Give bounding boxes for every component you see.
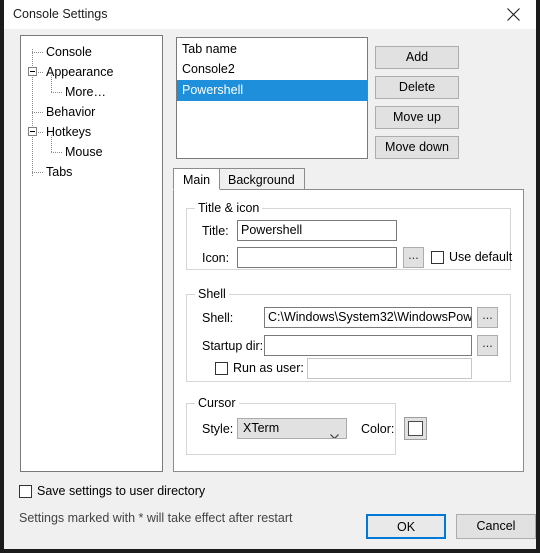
title-icon-group: Title & icon Title: Powershell Icon: ...…	[186, 201, 512, 270]
tab-strip: Main Background	[173, 168, 524, 190]
title-label: Title:	[202, 224, 229, 238]
group-legend: Cursor	[195, 396, 239, 410]
tree-connector	[51, 92, 62, 93]
collapse-expander-icon[interactable]	[28, 67, 37, 76]
checkbox-box	[431, 250, 444, 264]
save-settings-checkbox[interactable]: Save settings to user directory	[19, 484, 205, 498]
shell-input[interactable]: C:\Windows\System32\WindowsPowerShe	[264, 307, 472, 328]
cursor-color-label: Color:	[361, 422, 395, 436]
startup-dir-browse-button[interactable]: ...	[477, 335, 498, 356]
cursor-color-button[interactable]	[404, 417, 427, 440]
startup-dir-input[interactable]	[264, 335, 472, 356]
tree-item-label: Appearance	[46, 65, 114, 79]
run-as-user-input[interactable]	[307, 358, 472, 379]
tree-item-label: Mouse	[65, 145, 103, 159]
settings-tree[interactable]: Console Appearance More… Behavior Hotkey…	[20, 35, 163, 472]
tree-connector	[32, 112, 43, 113]
icon-input[interactable]	[237, 247, 397, 268]
tree-branch-line	[51, 75, 52, 92]
tree-connector	[38, 72, 43, 73]
icon-browse-button[interactable]: ...	[403, 247, 424, 268]
group-legend: Shell	[195, 287, 229, 301]
tree-item-label: More…	[65, 85, 106, 99]
tree-connector	[38, 132, 43, 133]
save-settings-label: Save settings to user directory	[37, 484, 206, 498]
tree-item-label: Console	[46, 45, 92, 59]
tab-main[interactable]: Main	[173, 168, 221, 190]
cancel-button[interactable]: Cancel	[456, 514, 536, 539]
cursor-style-value: XTerm	[243, 421, 280, 435]
tree-connector	[32, 52, 43, 53]
tree-item-tabs[interactable]: Tabs	[21, 162, 162, 182]
window-title: Console Settings	[13, 7, 108, 21]
shell-browse-button[interactable]: ...	[477, 307, 498, 328]
startup-dir-label: Startup dir:	[202, 339, 264, 353]
run-as-user-label: Run as user:	[233, 361, 304, 375]
tree-branch-line	[51, 135, 52, 152]
tree-item-label: Tabs	[46, 165, 73, 179]
tree-item-console[interactable]: Console	[21, 42, 162, 62]
use-default-label: Use default	[449, 250, 513, 264]
delete-button[interactable]: Delete	[375, 76, 459, 99]
tree-item-appearance[interactable]: Appearance	[21, 62, 162, 82]
dialog-client-area: Console Appearance More… Behavior Hotkey…	[4, 29, 536, 549]
group-legend: Title & icon	[195, 201, 263, 215]
tree-item-hotkeys[interactable]: Hotkeys	[21, 122, 162, 142]
run-as-user-checkbox[interactable]: Run as user:	[215, 361, 304, 375]
tree-connector	[51, 152, 62, 153]
cursor-style-select[interactable]: XTerm	[237, 418, 347, 439]
move-up-button[interactable]: Move up	[375, 106, 459, 129]
close-icon	[507, 8, 520, 21]
checkbox-box	[19, 484, 32, 498]
move-down-button[interactable]: Move down	[375, 136, 459, 159]
cursor-style-label: Style:	[202, 422, 234, 436]
collapse-expander-icon[interactable]	[28, 127, 37, 136]
restart-note: Settings marked with * will take effect …	[19, 511, 293, 525]
list-item[interactable]: Powershell	[177, 80, 367, 101]
icon-label: Icon:	[202, 251, 230, 265]
close-button[interactable]	[491, 0, 536, 29]
tree-item-behavior[interactable]: Behavior	[21, 102, 162, 122]
tree-item-mouse[interactable]: Mouse	[21, 135, 162, 162]
main-tab-panel: Title & icon Title: Powershell Icon: ...…	[173, 189, 524, 472]
shell-label: Shell:	[202, 311, 234, 325]
chevron-down-icon	[330, 427, 339, 438]
checkbox-box	[215, 361, 228, 375]
tab-list-header: Tab name	[182, 42, 237, 56]
tree-root: Console Appearance More… Behavior Hotkey…	[21, 36, 162, 182]
cursor-group: Cursor Style: XTerm Color:	[186, 396, 427, 455]
tab-background[interactable]: Background	[218, 168, 305, 190]
ok-button[interactable]: OK	[366, 514, 446, 539]
add-button[interactable]: Add	[375, 46, 459, 69]
shell-group: Shell Shell: C:\Windows\System32\Windows…	[186, 287, 511, 382]
tree-item-more[interactable]: More…	[21, 75, 162, 102]
tree-item-label: Behavior	[46, 105, 96, 119]
use-default-checkbox[interactable]: Use default	[431, 250, 512, 264]
tree-connector	[32, 172, 43, 173]
list-item[interactable]: Console2	[177, 59, 367, 80]
console-settings-dialog: Console Settings Console Appearance More…	[0, 0, 540, 553]
color-swatch	[408, 421, 423, 436]
tree-item-label: Hotkeys	[46, 125, 92, 139]
title-input[interactable]: Powershell	[237, 220, 397, 241]
tab-list[interactable]: Tab name Console2 Powershell	[176, 37, 368, 159]
title-bar: Console Settings	[4, 0, 536, 30]
